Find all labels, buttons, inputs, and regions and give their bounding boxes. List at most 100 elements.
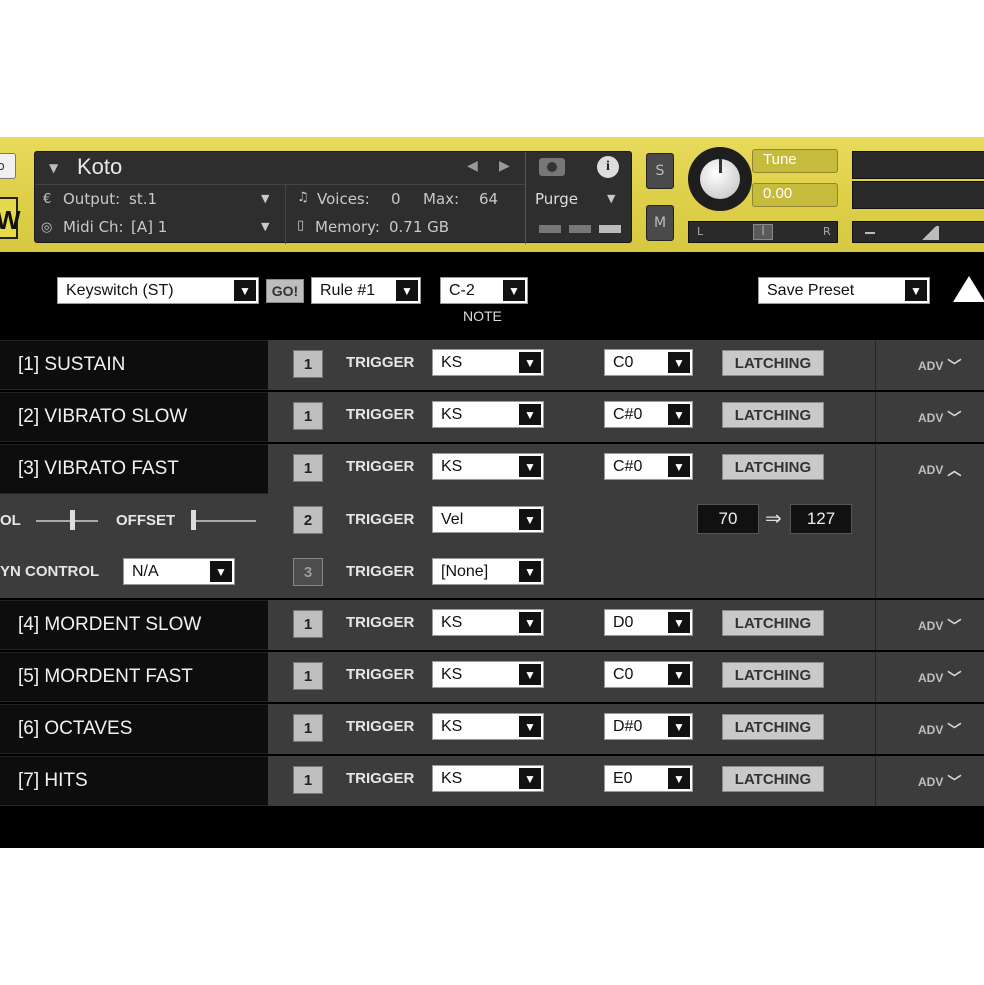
pan-slider[interactable]: L | R bbox=[688, 221, 838, 243]
info-icon[interactable]: i bbox=[597, 156, 619, 178]
dropdown-arrow-icon: ▼ bbox=[519, 768, 541, 789]
trigger-type-value: KS bbox=[441, 405, 463, 423]
output-value[interactable]: st.1 bbox=[129, 190, 157, 208]
key-dropdown[interactable]: E0 ▼ bbox=[604, 765, 693, 792]
dropdown-arrow-icon: ▼ bbox=[905, 280, 927, 301]
articulation-panel: Keyswitch (ST) ▼ GO! Rule #1 ▼ C-2 ▼ NOT… bbox=[0, 252, 984, 848]
note-dropdown[interactable]: C-2 ▼ bbox=[440, 277, 528, 304]
trigger-label: TRIGGER bbox=[346, 770, 415, 787]
articulation-name[interactable]: [1] SUSTAIN bbox=[0, 340, 268, 390]
articulation-name[interactable]: [7] HITS bbox=[0, 756, 268, 806]
dynamic-control-dropdown[interactable]: N/A ▼ bbox=[123, 558, 235, 585]
advanced-toggle[interactable]: ADV ﹀ bbox=[918, 720, 961, 740]
purge-dropdown-icon[interactable]: ▼ bbox=[607, 192, 615, 205]
instrument-header: o W ▼ Koto ◀ ▶ i € Output: st.1 ▼ ♫ Voic… bbox=[0, 137, 984, 252]
trigger-number[interactable]: 1 bbox=[293, 766, 323, 794]
latching-button[interactable]: LATCHING bbox=[722, 766, 824, 792]
trigger-type-dropdown[interactable]: Vel ▼ bbox=[432, 506, 544, 533]
next-instrument-icon[interactable]: ▶ bbox=[499, 158, 510, 174]
camera-icon[interactable] bbox=[539, 158, 565, 176]
tune-value-box[interactable]: 0.00 bbox=[752, 183, 838, 207]
trigger-label: TRIGGER bbox=[346, 458, 415, 475]
tune-knob[interactable] bbox=[688, 147, 752, 211]
midi-dropdown-icon[interactable]: ▼ bbox=[261, 220, 269, 233]
latching-button[interactable]: LATCHING bbox=[722, 454, 824, 480]
purge-meter-segment bbox=[569, 225, 591, 233]
collapse-panel-icon[interactable] bbox=[953, 276, 984, 302]
solo-button[interactable]: S bbox=[646, 153, 674, 189]
trigger-number[interactable]: 1 bbox=[293, 714, 323, 742]
trigger-number[interactable]: 1 bbox=[293, 350, 323, 378]
rule-dropdown[interactable]: Rule #1 ▼ bbox=[311, 277, 421, 304]
trigger-type-dropdown[interactable]: KS ▼ bbox=[432, 609, 544, 636]
latching-button[interactable]: LATCHING bbox=[722, 350, 824, 376]
latching-label: LATCHING bbox=[734, 718, 812, 736]
purge-label[interactable]: Purge bbox=[535, 190, 578, 208]
articulation-name[interactable]: [6] OCTAVES bbox=[0, 704, 268, 754]
volume-handle[interactable] bbox=[919, 226, 939, 240]
go-button[interactable]: GO! bbox=[266, 279, 304, 303]
advanced-toggle[interactable]: ADV ﹀ bbox=[918, 772, 961, 792]
volume-slider-track[interactable] bbox=[36, 520, 98, 522]
articulation-name[interactable]: [3] VIBRATO FAST bbox=[0, 444, 268, 494]
articulation-name[interactable]: [4] MORDENT SLOW bbox=[0, 600, 268, 650]
latching-label: LATCHING bbox=[734, 458, 812, 476]
advanced-toggle[interactable]: ADV ︿ bbox=[918, 460, 961, 480]
trigger-number[interactable]: 1 bbox=[293, 662, 323, 690]
key-dropdown[interactable]: C0 ▼ bbox=[604, 661, 693, 688]
trigger-type-dropdown[interactable]: KS ▼ bbox=[432, 713, 544, 740]
trigger-number[interactable]: 1 bbox=[293, 610, 323, 638]
trigger-number[interactable]: 3 bbox=[293, 558, 323, 586]
solo-label: S bbox=[655, 163, 665, 179]
offset-slider-handle[interactable] bbox=[191, 510, 196, 530]
dropdown-arrow-icon: ▼ bbox=[668, 664, 690, 685]
save-preset-dropdown[interactable]: Save Preset ▼ bbox=[758, 277, 930, 304]
latching-button[interactable]: LATCHING bbox=[722, 402, 824, 428]
trigger-type-dropdown[interactable]: [None] ▼ bbox=[432, 558, 544, 585]
advanced-label: ADV bbox=[918, 775, 944, 789]
trigger-number[interactable]: 1 bbox=[293, 454, 323, 482]
volume-slider-handle[interactable] bbox=[70, 510, 75, 530]
prev-instrument-icon[interactable]: ◀ bbox=[467, 158, 478, 174]
row-separator bbox=[0, 806, 984, 809]
articulation-name-label: [3] VIBRATO FAST bbox=[18, 458, 179, 479]
trigger-number[interactable]: 2 bbox=[293, 506, 323, 534]
trigger-type-value: KS bbox=[441, 457, 463, 475]
volume-slider[interactable] bbox=[852, 221, 984, 243]
trigger-type-dropdown[interactable]: KS ▼ bbox=[432, 765, 544, 792]
velocity-max-field[interactable]: 127 bbox=[790, 504, 852, 534]
max-voices-value[interactable]: 64 bbox=[479, 190, 498, 208]
dropdown-arrow-icon: ▼ bbox=[668, 612, 690, 633]
advanced-toggle[interactable]: ADV ﹀ bbox=[918, 408, 961, 428]
mute-button[interactable]: M bbox=[646, 205, 674, 241]
key-dropdown[interactable]: C#0 ▼ bbox=[604, 401, 693, 428]
instrument-name[interactable]: Koto bbox=[77, 154, 122, 180]
articulation-name-label: [5] MORDENT FAST bbox=[18, 666, 193, 687]
articulation-mode-dropdown[interactable]: Keyswitch (ST) ▼ bbox=[57, 277, 259, 304]
trigger-type-dropdown[interactable]: KS ▼ bbox=[432, 453, 544, 480]
voices-value: 0 bbox=[391, 190, 401, 208]
output-dropdown-icon[interactable]: ▼ bbox=[261, 192, 269, 205]
trigger-type-dropdown[interactable]: KS ▼ bbox=[432, 349, 544, 376]
advanced-toggle[interactable]: ADV ﹀ bbox=[918, 616, 961, 636]
key-dropdown[interactable]: C0 ▼ bbox=[604, 349, 693, 376]
key-dropdown[interactable]: D0 ▼ bbox=[604, 609, 693, 636]
latching-button[interactable]: LATCHING bbox=[722, 714, 824, 740]
key-dropdown[interactable]: C#0 ▼ bbox=[604, 453, 693, 480]
collapse-arrow-icon[interactable]: ▼ bbox=[49, 161, 58, 175]
latching-button[interactable]: LATCHING bbox=[722, 662, 824, 688]
articulation-name[interactable]: [2] VIBRATO SLOW bbox=[0, 392, 268, 442]
articulation-name[interactable]: [5] MORDENT FAST bbox=[0, 652, 268, 702]
pan-handle[interactable]: | bbox=[753, 224, 773, 240]
trigger-type-dropdown[interactable]: KS ▼ bbox=[432, 661, 544, 688]
trigger-type-dropdown[interactable]: KS ▼ bbox=[432, 401, 544, 428]
trigger-number[interactable]: 1 bbox=[293, 402, 323, 430]
midi-value[interactable]: [A] 1 bbox=[131, 218, 167, 236]
latching-button[interactable]: LATCHING bbox=[722, 610, 824, 636]
wrench-button[interactable]: o bbox=[0, 153, 16, 179]
advanced-toggle[interactable]: ADV ﹀ bbox=[918, 356, 961, 376]
key-dropdown[interactable]: D#0 ▼ bbox=[604, 713, 693, 740]
offset-slider-track[interactable] bbox=[192, 520, 256, 522]
advanced-toggle[interactable]: ADV ﹀ bbox=[918, 668, 961, 688]
velocity-min-field[interactable]: 70 bbox=[697, 504, 759, 534]
